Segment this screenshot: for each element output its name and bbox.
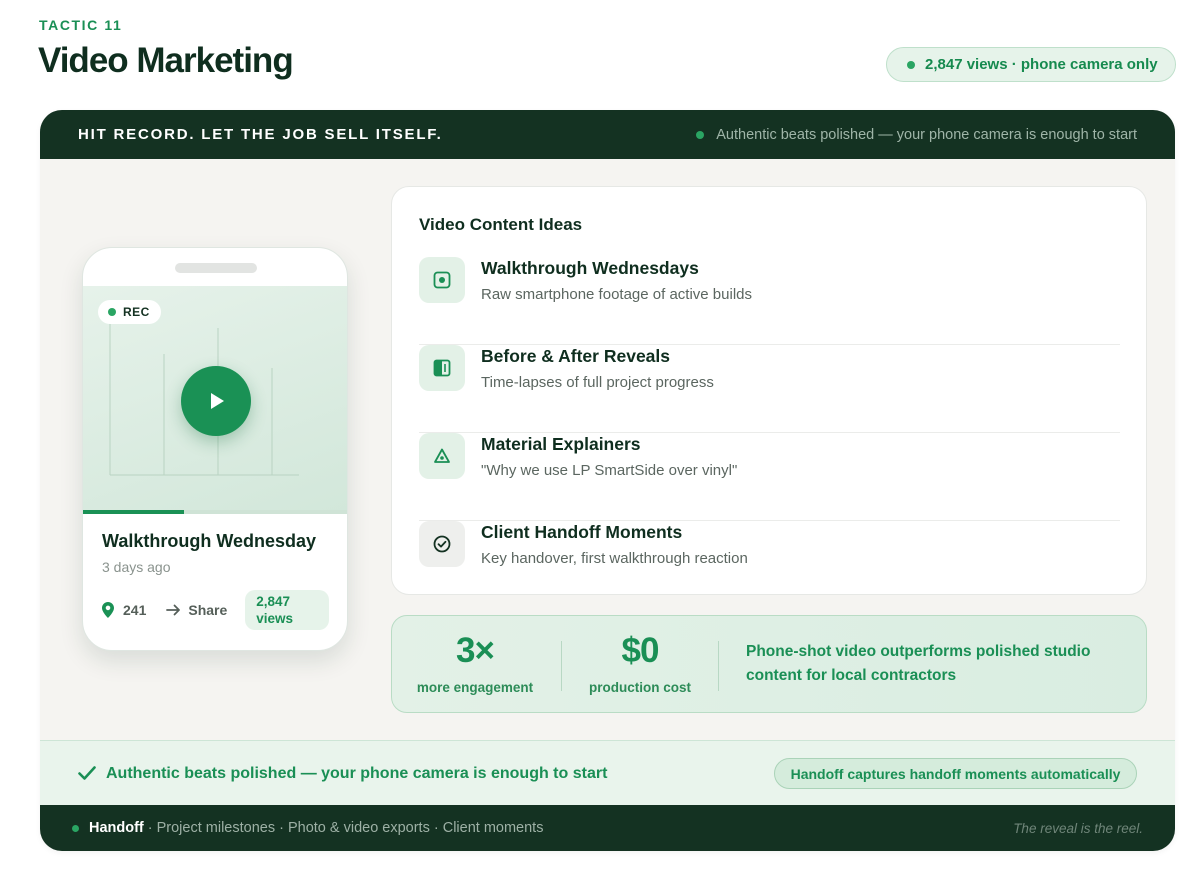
engagement-label: more engagement xyxy=(416,680,534,695)
card-footer: Handoff · Project milestones · Photo & v… xyxy=(40,805,1175,851)
idea-description: Time-lapses of full project progress xyxy=(481,374,714,391)
share-button[interactable]: Share xyxy=(166,602,227,618)
tactic-card: HIT RECORD. LET THE JOB SELL ITSELF. Aut… xyxy=(40,110,1175,851)
footer-features: Handoff · Project milestones · Photo & v… xyxy=(72,820,543,836)
page-title: Video Marketing xyxy=(38,41,294,80)
rec-badge: REC xyxy=(98,300,161,324)
engagement-value: 3× xyxy=(456,631,495,670)
arrow-right-icon xyxy=(166,604,181,616)
video-ideas-panel: Video Content Ideas Walkthrough Wednesda… xyxy=(391,186,1147,595)
share-label: Share xyxy=(188,602,228,618)
checkmark-icon xyxy=(78,766,96,780)
card-header: HIT RECORD. LET THE JOB SELL ITSELF. Aut… xyxy=(40,110,1175,159)
status-dot-icon xyxy=(72,824,79,832)
views-count: 2,847 xyxy=(256,594,291,609)
engagement-stat: 3× more engagement xyxy=(406,630,544,695)
triangle-icon xyxy=(419,433,465,479)
idea-title: Before & After Reveals xyxy=(481,346,671,366)
phone-notch xyxy=(175,263,257,273)
idea-item-material[interactable]: Material Explainers "Why we use LP Smart… xyxy=(419,433,1120,521)
card-title: HIT RECORD. LET THE JOB SELL ITSELF. xyxy=(78,126,443,143)
idea-description: Key handover, first walkthrough reaction xyxy=(481,550,748,567)
cost-value: $0 xyxy=(621,631,660,670)
ideas-title: Video Content Ideas xyxy=(419,215,583,234)
takeaway-callout: Authentic beats polished — your phone ca… xyxy=(40,740,1175,805)
handoff-feature-badge: Handoff captures handoff moments automat… xyxy=(774,758,1137,789)
status-dot-icon xyxy=(696,130,705,139)
views-summary-text: 2,847 views · phone camera only xyxy=(925,56,1158,73)
tactic-eyebrow: TACTIC 11 xyxy=(39,17,123,33)
location-pin-icon xyxy=(102,602,114,618)
views-label: views xyxy=(256,611,294,626)
idea-title: Material Explainers xyxy=(481,434,641,454)
phone-mockup: REC Walkthrough Wednesday 3 days ago 241… xyxy=(82,247,348,651)
divider xyxy=(561,641,562,691)
impact-stats-band: 3× more engagement $0 production cost Ph… xyxy=(391,615,1147,713)
split-compare-icon xyxy=(419,345,465,391)
video-preview[interactable]: REC xyxy=(83,286,347,513)
idea-item-handoff[interactable]: Client Handoff Moments Key handover, fir… xyxy=(419,521,1120,609)
footer-tagline: The reveal is the reel. xyxy=(1013,820,1143,836)
takeaway-text: Authentic beats polished — your phone ca… xyxy=(106,765,608,782)
brand-name: Handoff xyxy=(89,820,144,836)
camera-record-icon xyxy=(419,257,465,303)
video-progress-bar[interactable] xyxy=(83,510,347,514)
rec-dot-icon xyxy=(108,308,116,316)
check-circle-icon xyxy=(419,521,465,567)
status-dot-icon xyxy=(907,60,915,69)
play-button[interactable] xyxy=(181,366,251,436)
pins-count: 241 xyxy=(123,602,147,618)
divider xyxy=(718,641,719,691)
rec-label: REC xyxy=(123,305,150,319)
idea-title: Walkthrough Wednesdays xyxy=(481,258,699,278)
card-header-note-text: Authentic beats polished — your phone ca… xyxy=(716,126,1137,143)
video-progress-fill xyxy=(83,510,185,514)
cost-label: production cost xyxy=(589,680,691,695)
play-icon xyxy=(211,393,224,409)
cost-stat: $0 production cost xyxy=(576,630,704,695)
footer-feature-list: · Project milestones · Photo & video exp… xyxy=(147,820,544,836)
idea-item-before-after[interactable]: Before & After Reveals Time-lapses of fu… xyxy=(419,345,1120,433)
views-summary-badge: 2,847 views · phone camera only xyxy=(886,47,1176,82)
idea-title: Client Handoff Moments xyxy=(481,522,683,542)
impact-note: Phone-shot video outperforms polished st… xyxy=(746,643,1091,684)
views-badge: 2,847 views xyxy=(245,590,330,630)
pins-stat: 241 xyxy=(102,602,146,618)
idea-item-walkthrough[interactable]: Walkthrough Wednesdays Raw smartphone fo… xyxy=(419,257,1120,345)
video-stats: 241 Share 2,847 views xyxy=(102,590,330,630)
video-title: Walkthrough Wednesday xyxy=(102,531,317,551)
card-header-note: Authentic beats polished — your phone ca… xyxy=(696,127,1137,143)
idea-description: Raw smartphone footage of active builds xyxy=(481,286,752,303)
video-date: 3 days ago xyxy=(102,559,171,575)
idea-description: "Why we use LP SmartSide over vinyl" xyxy=(481,462,738,479)
